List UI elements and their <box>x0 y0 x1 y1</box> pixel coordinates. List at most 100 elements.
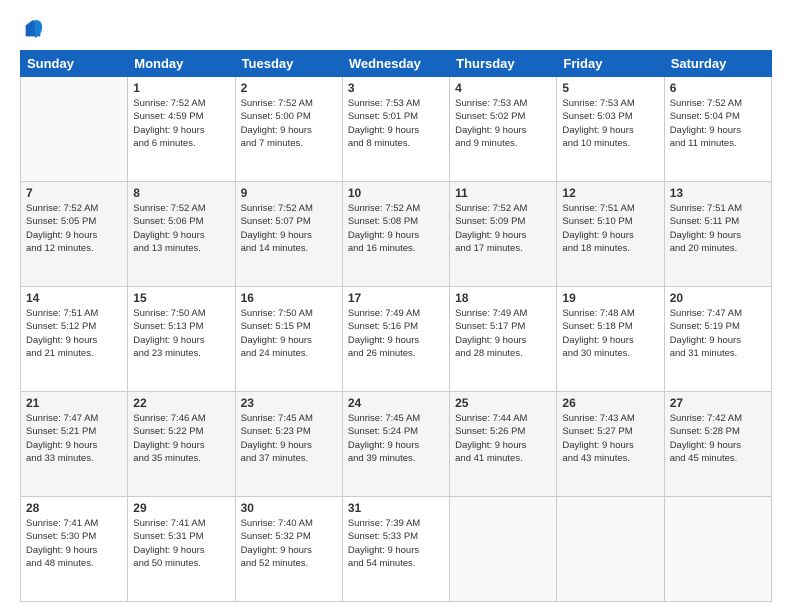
day-cell: 26 Sunrise: 7:43 AM Sunset: 5:27 PM Dayli… <box>557 392 664 497</box>
day-cell: 22 Sunrise: 7:46 AM Sunset: 5:22 PM Dayli… <box>128 392 235 497</box>
day-info: Sunrise: 7:42 AM Sunset: 5:28 PM Dayligh… <box>670 412 766 465</box>
day-cell: 8 Sunrise: 7:52 AM Sunset: 5:06 PM Daylig… <box>128 182 235 287</box>
day-cell: 16Sunrise: 7:50 AM Sunset: 5:15 PM Dayli… <box>235 287 342 392</box>
day-cell: 4 Sunrise: 7:53 AM Sunset: 5:02 PM Daylig… <box>450 77 557 182</box>
day-number: 18 <box>455 291 551 305</box>
day-number: 4 <box>455 81 551 95</box>
day-info: Sunrise: 7:52 AM Sunset: 5:05 PM Dayligh… <box>26 202 122 255</box>
day-number: 22 <box>133 396 229 410</box>
day-cell: 14 Sunrise: 7:51 AM Sunset: 5:12 PM Dayli… <box>21 287 128 392</box>
day-info: Sunrise: 7:52 AM Sunset: 5:07 PM Dayligh… <box>241 202 337 255</box>
day-cell: 30 Sunrise: 7:40 AM Sunset: 5:32 PM Dayli… <box>235 497 342 602</box>
day-number: 13 <box>670 186 766 200</box>
weekday-sunday: Sunday <box>21 51 128 77</box>
day-number: 15 <box>133 291 229 305</box>
day-info: Sunrise: 7:51 AM Sunset: 5:10 PM Dayligh… <box>562 202 658 255</box>
day-cell: 29 Sunrise: 7:41 AM Sunset: 5:31 PM Dayli… <box>128 497 235 602</box>
day-cell: 17 Sunrise: 7:49 AM Sunset: 5:16 PM Dayli… <box>342 287 449 392</box>
day-number: 14 <box>26 291 122 305</box>
day-cell: 2 Sunrise: 7:52 AM Sunset: 5:00 PM Daylig… <box>235 77 342 182</box>
day-info: Sunrise: 7:51 AM Sunset: 5:12 PM Dayligh… <box>26 307 122 360</box>
day-info: Sunrise: 7:52 AM Sunset: 5:00 PM Dayligh… <box>241 97 337 150</box>
week-row-4: 28 Sunrise: 7:41 AM Sunset: 5:30 PM Dayli… <box>21 497 772 602</box>
day-info: Sunrise: 7:52 AM Sunset: 4:59 PM Dayligh… <box>133 97 229 150</box>
day-info: Sunrise: 7:43 AM Sunset: 5:27 PM Dayligh… <box>562 412 658 465</box>
day-number: 25 <box>455 396 551 410</box>
calendar-table: SundayMondayTuesdayWednesdayThursdayFrid… <box>20 50 772 602</box>
day-info: Sunrise: 7:39 AM Sunset: 5:33 PM Dayligh… <box>348 517 444 570</box>
day-number: 5 <box>562 81 658 95</box>
day-number: 10 <box>348 186 444 200</box>
day-info: Sunrise: 7:53 AM Sunset: 5:02 PM Dayligh… <box>455 97 551 150</box>
weekday-monday: Monday <box>128 51 235 77</box>
day-info: Sunrise: 7:52 AM Sunset: 5:06 PM Dayligh… <box>133 202 229 255</box>
weekday-header-row: SundayMondayTuesdayWednesdayThursdayFrid… <box>21 51 772 77</box>
day-number: 19 <box>562 291 658 305</box>
logo <box>20 18 44 40</box>
weekday-thursday: Thursday <box>450 51 557 77</box>
day-number: 28 <box>26 501 122 515</box>
day-info: Sunrise: 7:52 AM Sunset: 5:09 PM Dayligh… <box>455 202 551 255</box>
day-info: Sunrise: 7:46 AM Sunset: 5:22 PM Dayligh… <box>133 412 229 465</box>
day-cell: 19 Sunrise: 7:48 AM Sunset: 5:18 PM Dayli… <box>557 287 664 392</box>
day-number: 12 <box>562 186 658 200</box>
day-cell: 18Sunrise: 7:49 AM Sunset: 5:17 PM Dayli… <box>450 287 557 392</box>
day-info: Sunrise: 7:50 AM Sunset: 5:13 PM Dayligh… <box>133 307 229 360</box>
day-cell: 10 Sunrise: 7:52 AM Sunset: 5:08 PM Dayli… <box>342 182 449 287</box>
day-info: Sunrise: 7:47 AM Sunset: 5:21 PM Dayligh… <box>26 412 122 465</box>
day-number: 6 <box>670 81 766 95</box>
day-info: Sunrise: 7:49 AM Sunset: 5:16 PM Dayligh… <box>348 307 444 360</box>
day-cell: 23 Sunrise: 7:45 AM Sunset: 5:23 PM Dayli… <box>235 392 342 497</box>
day-number: 17 <box>348 291 444 305</box>
day-info: Sunrise: 7:44 AM Sunset: 5:26 PM Dayligh… <box>455 412 551 465</box>
day-cell: 5Sunrise: 7:53 AM Sunset: 5:03 PM Daylig… <box>557 77 664 182</box>
day-info: Sunrise: 7:45 AM Sunset: 5:23 PM Dayligh… <box>241 412 337 465</box>
day-number: 2 <box>241 81 337 95</box>
day-info: Sunrise: 7:47 AM Sunset: 5:19 PM Dayligh… <box>670 307 766 360</box>
weekday-wednesday: Wednesday <box>342 51 449 77</box>
day-cell: 6 Sunrise: 7:52 AM Sunset: 5:04 PM Daylig… <box>664 77 771 182</box>
day-cell: 1 Sunrise: 7:52 AM Sunset: 4:59 PM Daylig… <box>128 77 235 182</box>
day-info: Sunrise: 7:53 AM Sunset: 5:01 PM Dayligh… <box>348 97 444 150</box>
day-cell: 21 Sunrise: 7:47 AM Sunset: 5:21 PM Dayli… <box>21 392 128 497</box>
day-number: 26 <box>562 396 658 410</box>
day-cell <box>664 497 771 602</box>
day-number: 27 <box>670 396 766 410</box>
day-info: Sunrise: 7:40 AM Sunset: 5:32 PM Dayligh… <box>241 517 337 570</box>
day-number: 3 <box>348 81 444 95</box>
day-info: Sunrise: 7:48 AM Sunset: 5:18 PM Dayligh… <box>562 307 658 360</box>
day-cell <box>557 497 664 602</box>
day-number: 30 <box>241 501 337 515</box>
day-number: 21 <box>26 396 122 410</box>
week-row-3: 21 Sunrise: 7:47 AM Sunset: 5:21 PM Dayli… <box>21 392 772 497</box>
weekday-tuesday: Tuesday <box>235 51 342 77</box>
day-number: 29 <box>133 501 229 515</box>
week-row-1: 7 Sunrise: 7:52 AM Sunset: 5:05 PM Daylig… <box>21 182 772 287</box>
day-info: Sunrise: 7:52 AM Sunset: 5:04 PM Dayligh… <box>670 97 766 150</box>
header <box>20 18 772 40</box>
day-number: 23 <box>241 396 337 410</box>
day-cell: 9 Sunrise: 7:52 AM Sunset: 5:07 PM Daylig… <box>235 182 342 287</box>
day-cell <box>21 77 128 182</box>
page: SundayMondayTuesdayWednesdayThursdayFrid… <box>0 0 792 612</box>
day-info: Sunrise: 7:41 AM Sunset: 5:31 PM Dayligh… <box>133 517 229 570</box>
day-number: 31 <box>348 501 444 515</box>
day-number: 16 <box>241 291 337 305</box>
day-cell: 25 Sunrise: 7:44 AM Sunset: 5:26 PM Dayli… <box>450 392 557 497</box>
week-row-0: 1 Sunrise: 7:52 AM Sunset: 4:59 PM Daylig… <box>21 77 772 182</box>
day-cell: 31 Sunrise: 7:39 AM Sunset: 5:33 PM Dayli… <box>342 497 449 602</box>
day-number: 11 <box>455 186 551 200</box>
logo-icon <box>22 18 44 40</box>
day-cell: 3 Sunrise: 7:53 AM Sunset: 5:01 PM Daylig… <box>342 77 449 182</box>
day-number: 20 <box>670 291 766 305</box>
day-number: 8 <box>133 186 229 200</box>
day-number: 1 <box>133 81 229 95</box>
day-info: Sunrise: 7:51 AM Sunset: 5:11 PM Dayligh… <box>670 202 766 255</box>
day-info: Sunrise: 7:52 AM Sunset: 5:08 PM Dayligh… <box>348 202 444 255</box>
week-row-2: 14 Sunrise: 7:51 AM Sunset: 5:12 PM Dayli… <box>21 287 772 392</box>
day-cell: 15 Sunrise: 7:50 AM Sunset: 5:13 PM Dayli… <box>128 287 235 392</box>
day-info: Sunrise: 7:41 AM Sunset: 5:30 PM Dayligh… <box>26 517 122 570</box>
day-cell: 27 Sunrise: 7:42 AM Sunset: 5:28 PM Dayli… <box>664 392 771 497</box>
day-number: 9 <box>241 186 337 200</box>
day-number: 7 <box>26 186 122 200</box>
